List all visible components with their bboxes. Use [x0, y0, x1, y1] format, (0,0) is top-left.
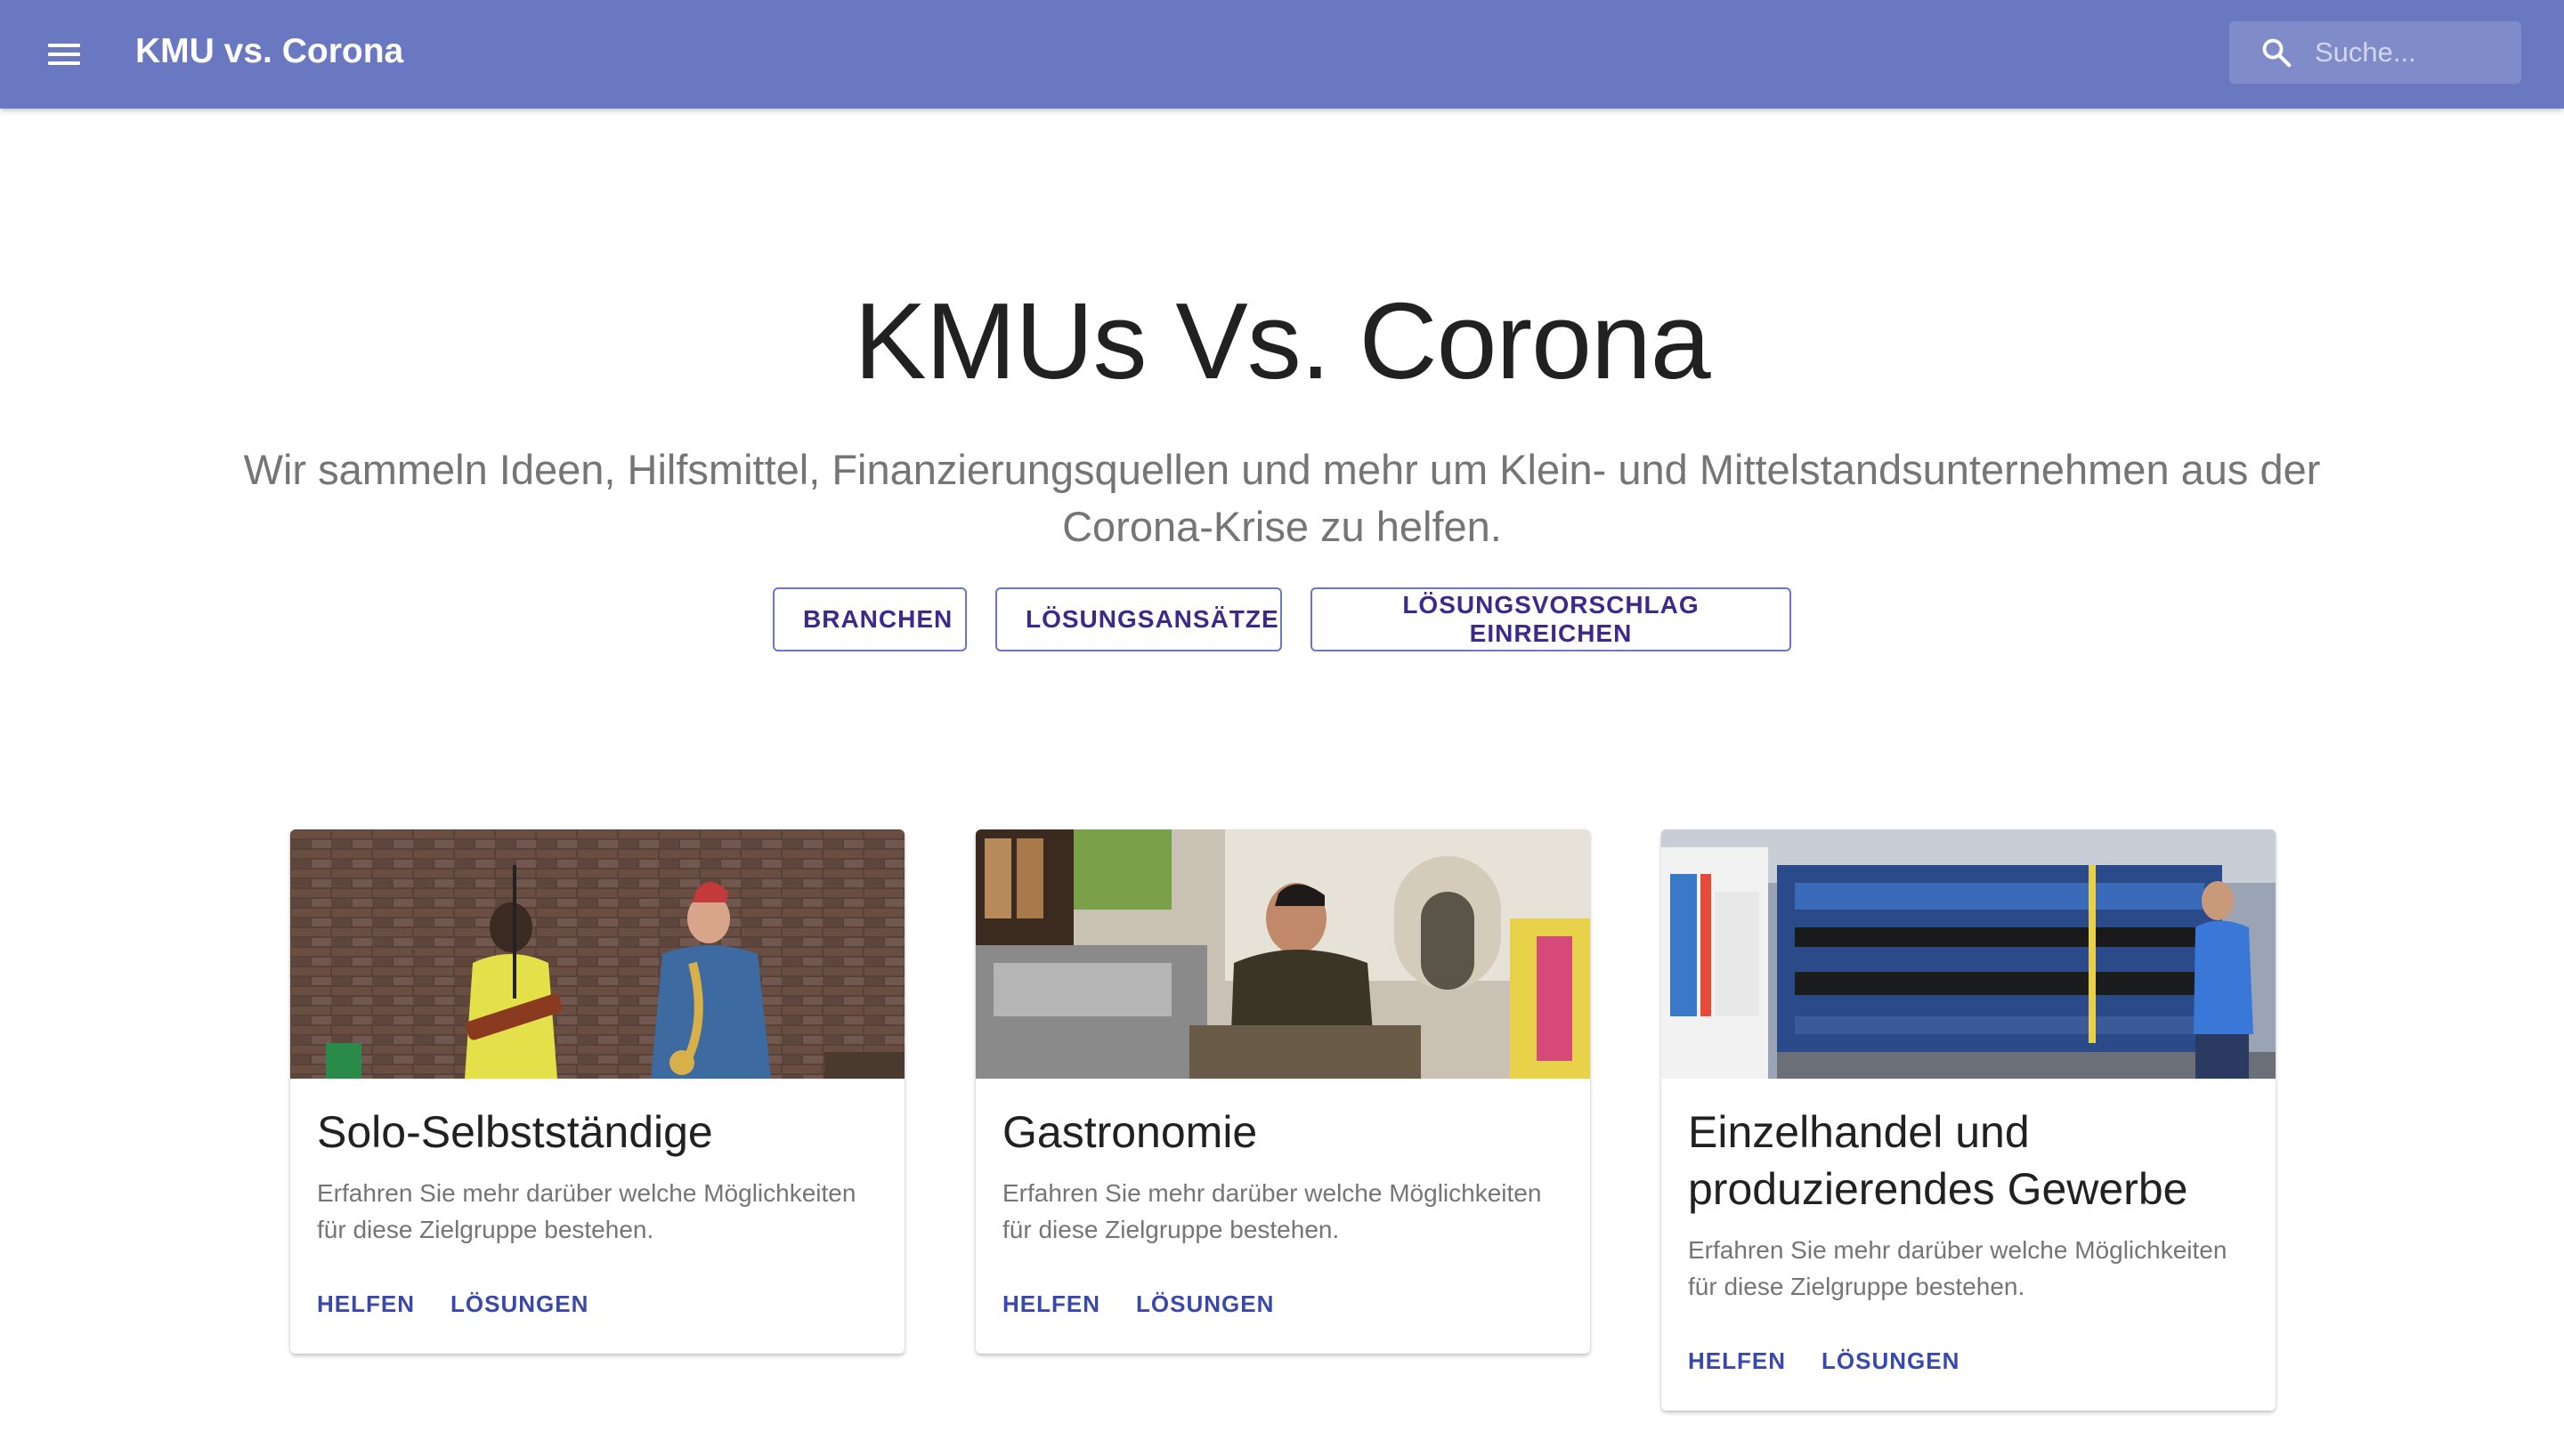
card-gastronomie: Gastronomie Erfahren Sie mehr darüber we…: [976, 829, 1590, 1354]
loesungsansaetze-button[interactable]: LÖSUNGSANSÄTZE: [995, 587, 1282, 651]
hero-title: KMUs Vs. Corona: [854, 280, 1710, 401]
search-input[interactable]: [2315, 32, 2511, 73]
hero-subtitle: Wir sammeln Ideen, Hilfsmittel, Finanzie…: [243, 446, 2321, 550]
app-bar: KMU vs. Corona: [0, 0, 2564, 109]
app-title[interactable]: KMU vs. Corona: [135, 30, 403, 73]
helfen-button[interactable]: HELFEN: [303, 1282, 429, 1327]
card-text: Erfahren Sie mehr darüber welche Möglich…: [317, 1179, 856, 1243]
helfen-button[interactable]: HELFEN: [988, 1282, 1115, 1327]
card-einzelhandel: Einzelhandel und produzierendes Gewerbe …: [1661, 829, 2276, 1411]
card-actions: HELFEN LÖSUNGEN: [1661, 1305, 2276, 1411]
branchen-button[interactable]: BRANCHEN: [773, 587, 967, 651]
card-text: Erfahren Sie mehr darüber welche Möglich…: [1002, 1179, 1542, 1243]
search-box[interactable]: [2229, 21, 2521, 84]
loesungen-button[interactable]: LÖSUNGEN: [436, 1282, 603, 1327]
search-icon: [2262, 38, 2292, 68]
helfen-button[interactable]: HELFEN: [1674, 1339, 1800, 1384]
card-title: Solo-Selbstständige: [317, 1107, 713, 1157]
loesungsvorschlag-einreichen-button[interactable]: LÖSUNGSVORSCHLAG EINREICHEN: [1310, 587, 1791, 651]
factory-machine-photo: [1661, 829, 2276, 1079]
card-text: Erfahren Sie mehr darüber welche Möglich…: [1688, 1236, 2227, 1300]
card-title: Gastronomie: [1002, 1107, 1258, 1157]
menu-icon[interactable]: [39, 28, 93, 81]
loesungen-button[interactable]: LÖSUNGEN: [1807, 1339, 1974, 1384]
card-actions: HELFEN LÖSUNGEN: [976, 1248, 1590, 1354]
hero-button-group: BRANCHEN LÖSUNGSANSÄTZE LÖSUNGSVORSCHLAG…: [0, 587, 2564, 651]
card-actions: HELFEN LÖSUNGEN: [290, 1248, 905, 1354]
street-musicians-photo: [290, 829, 905, 1079]
card-solo-selbststaendige: Solo-Selbstständige Erfahren Sie mehr da…: [290, 829, 905, 1354]
barista-photo: [976, 829, 1590, 1079]
card-title: Einzelhandel und produzierendes Gewerbe: [1688, 1107, 2188, 1214]
loesungen-button[interactable]: LÖSUNGEN: [1122, 1282, 1288, 1327]
